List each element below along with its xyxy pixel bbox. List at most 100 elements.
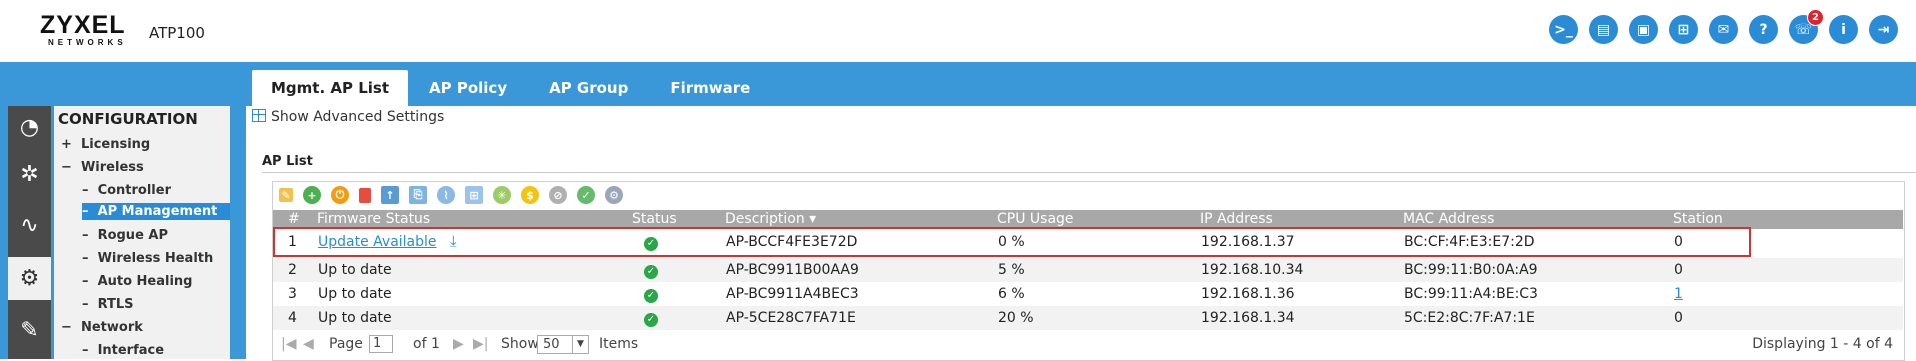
help-icon[interactable]: ?: [1749, 15, 1778, 44]
next-page-icon[interactable]: ▶: [453, 336, 464, 352]
tree-dash: –: [82, 343, 89, 358]
highlight-box: [273, 227, 1751, 257]
sidebar-item-label: Interface: [97, 343, 165, 358]
tab-ap-group[interactable]: AP Group: [528, 70, 649, 106]
edit-icon[interactable]: ✎: [279, 188, 293, 202]
device-model: ATP100: [149, 24, 205, 42]
last-page-icon[interactable]: ▶|: [473, 336, 488, 352]
collapse-icon[interactable]: −: [61, 320, 72, 335]
row-firmware: Up to date: [318, 310, 392, 326]
tree-dash: –: [82, 204, 89, 219]
col-station[interactable]: Station: [1673, 211, 1723, 227]
sidebar-item-interface[interactable]: – Interface: [82, 343, 164, 358]
sidebar-item-label: Auto Healing: [97, 274, 193, 289]
zyxel-logo: ZYXEL: [40, 11, 126, 39]
pagination-bar: |◀ ◀ Page 1 of 1 ▶ ▶| Show 50 ▼ Items Dis…: [273, 334, 1903, 358]
sidebar-item-wireless-health[interactable]: – Wireless Health: [82, 251, 213, 266]
col-firmware-status[interactable]: Firmware Status: [317, 211, 430, 227]
sidebar-item-label: RTLS: [97, 297, 134, 312]
show-advanced-settings[interactable]: Show Advanced Settings: [252, 109, 444, 125]
page-label: Page: [329, 336, 363, 352]
sidebar-item-label: Licensing: [80, 137, 151, 152]
unlink-icon[interactable]: ⊘: [549, 186, 567, 204]
tab-bar: Mgmt. AP List AP Policy AP Group Firmwar…: [252, 70, 771, 106]
dollar-icon[interactable]: $: [521, 186, 539, 204]
dashboard-icon[interactable]: ◔: [8, 106, 51, 149]
sidebar-item-controller[interactable]: – Controller: [82, 183, 171, 198]
sidebar-item-label: Network: [80, 320, 143, 335]
delete-icon[interactable]: [359, 188, 371, 203]
chevron-down-icon[interactable]: ▼: [572, 336, 588, 353]
top-header: ZYXEL NETWORKS ATP100 >_ ▤ ▣ ⊞ ✉ ? ☏ 2 i…: [0, 0, 1916, 62]
settings-icon[interactable]: ⚙: [605, 186, 623, 204]
chat-icon[interactable]: ✉: [1709, 15, 1738, 44]
logout-icon[interactable]: ⇥: [1869, 15, 1898, 44]
info-icon[interactable]: i: [1829, 15, 1858, 44]
sidebar-item-wireless[interactable]: − Wireless: [61, 160, 144, 175]
topology-icon[interactable]: ⊞: [1669, 15, 1698, 44]
sidebar-item-licensing[interactable]: + Licensing: [61, 137, 150, 152]
table-row[interactable]: 2 Up to date ✓ AP-BC9911B00AA9 5 % 192.1…: [273, 258, 1903, 282]
tab-firmware[interactable]: Firmware: [649, 70, 771, 106]
table-row[interactable]: 4 Up to date ✓ AP-5CE28C7FA71E 20 % 192.…: [273, 306, 1903, 330]
sidebar-item-network[interactable]: − Network: [61, 320, 143, 335]
row-mac: BC:99:11:A4:BE:C3: [1404, 286, 1538, 302]
row-num: 4: [288, 310, 297, 326]
tree-dash: –: [82, 228, 89, 243]
status-ok-icon: ✓: [644, 262, 658, 279]
network-icon[interactable]: ⊞: [465, 186, 483, 204]
cli-icon[interactable]: ▤: [1589, 15, 1618, 44]
logo-subtitle: NETWORKS: [48, 38, 127, 47]
row-cpu: 6 %: [998, 286, 1025, 302]
notification-icon[interactable]: ☏ 2: [1789, 9, 1824, 44]
row-num: 2: [288, 262, 297, 278]
col-ip-address[interactable]: IP Address: [1200, 211, 1273, 227]
link-icon[interactable]: ✓: [577, 186, 595, 204]
tab-mgmt-ap-list[interactable]: Mgmt. AP List: [252, 70, 409, 106]
configuration-gear-icon[interactable]: ⚙: [8, 257, 51, 300]
console-icon[interactable]: >_: [1549, 15, 1578, 44]
first-page-icon[interactable]: |◀: [281, 336, 296, 352]
sidebar-item-rogue-ap[interactable]: – Rogue AP: [82, 228, 168, 243]
page-size-select[interactable]: 50 ▼: [537, 335, 589, 354]
window-icon[interactable]: ▣: [1629, 15, 1658, 44]
sidebar-item-auto-healing[interactable]: – Auto Healing: [82, 274, 193, 289]
quick-setup-icon[interactable]: ✲: [8, 153, 51, 196]
firmware-upgrade-icon[interactable]: ↑: [381, 186, 399, 204]
radio-icon[interactable]: ⌇: [437, 186, 455, 204]
collapse-icon[interactable]: −: [61, 160, 72, 175]
show-label: Show: [501, 336, 539, 352]
displaying-count: Displaying 1 - 4 of 4: [1752, 336, 1893, 352]
page-input[interactable]: 1: [369, 335, 393, 353]
col-status[interactable]: Status: [632, 211, 677, 227]
row-firmware: Up to date: [318, 262, 392, 278]
col-num[interactable]: #: [288, 211, 300, 227]
station-link[interactable]: 1: [1674, 286, 1683, 302]
tree-dash: –: [82, 297, 89, 312]
tab-ap-policy[interactable]: AP Policy: [408, 70, 528, 106]
page-size-value: 50: [543, 337, 560, 352]
row-description: AP-5CE28C7FA71E: [726, 310, 856, 326]
copy-icon[interactable]: ⎘: [409, 186, 427, 204]
sidebar-item-ap-management[interactable]: – AP Management: [82, 203, 230, 220]
sidebar-item-rtls[interactable]: – RTLS: [82, 297, 134, 312]
sidebar-item-label: AP Management: [97, 204, 218, 219]
sidebar-item-label: Wireless: [80, 160, 144, 175]
table-row[interactable]: 3 Up to date ✓ AP-BC9911A4BEC3 6 % 192.1…: [273, 282, 1903, 306]
monitor-icon[interactable]: ∿: [8, 204, 51, 247]
sidebar-item-label: Rogue AP: [97, 228, 168, 243]
row-num: 3: [288, 286, 297, 302]
grid-icon: [252, 109, 266, 122]
power-icon[interactable]: ⏻: [331, 186, 349, 204]
toolbar-icons: >_ ▤ ▣ ⊞ ✉ ? ☏ 2 i ⇥: [1549, 9, 1898, 44]
col-cpu-usage[interactable]: CPU Usage: [997, 211, 1074, 227]
col-description[interactable]: Description ▾: [725, 211, 816, 227]
col-mac-address[interactable]: MAC Address: [1403, 211, 1494, 227]
prev-page-icon[interactable]: ◀: [303, 336, 314, 352]
row-cpu: 20 %: [998, 310, 1034, 326]
expand-icon[interactable]: +: [61, 137, 72, 152]
locate-icon[interactable]: ✳: [493, 186, 511, 204]
add-icon[interactable]: +: [303, 186, 321, 204]
maintenance-icon[interactable]: ✎: [8, 309, 51, 352]
tree-dash: –: [82, 251, 89, 266]
